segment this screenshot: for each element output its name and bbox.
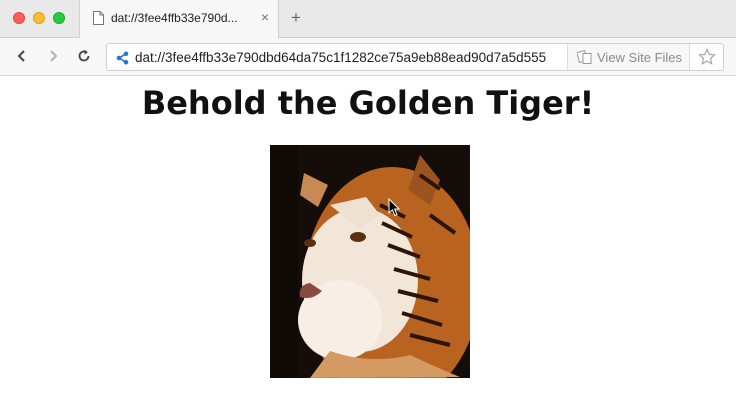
document-icon <box>93 11 104 30</box>
page-heading: Behold the Golden Tiger! <box>141 84 595 122</box>
tab-title: dat://3fee4ffb33e790d... <box>111 11 238 25</box>
files-icon <box>576 50 593 70</box>
mouse-cursor-icon <box>388 198 400 217</box>
reload-button[interactable] <box>76 48 92 69</box>
chevron-right-icon <box>50 50 58 62</box>
reload-icon <box>78 49 90 62</box>
url-text[interactable]: dat://3fee4ffb33e790dbd64da75c1f1282ce75… <box>135 50 567 65</box>
share-icon[interactable] <box>116 51 129 70</box>
bookmark-button[interactable] <box>689 44 723 70</box>
view-site-files-button[interactable]: View Site Files <box>567 44 689 70</box>
back-button[interactable] <box>14 48 30 69</box>
window-minimize-button[interactable] <box>33 12 45 24</box>
forward-button[interactable] <box>45 48 61 69</box>
navigation-bar: dat://3fee4ffb33e790dbd64da75c1f1282ce75… <box>0 38 736 76</box>
chevron-left-icon <box>17 50 25 62</box>
new-tab-button[interactable]: + <box>291 8 301 28</box>
tiger-image <box>270 145 470 378</box>
star-icon <box>698 48 716 66</box>
browser-tab[interactable]: dat://3fee4ffb33e790d... × <box>79 0 279 38</box>
address-bar[interactable]: dat://3fee4ffb33e790dbd64da75c1f1282ce75… <box>106 43 724 71</box>
view-site-files-label: View Site Files <box>597 50 683 65</box>
window-close-button[interactable] <box>13 12 25 24</box>
tab-close-icon[interactable]: × <box>261 10 269 24</box>
window-maximize-button[interactable] <box>53 12 65 24</box>
window-titlebar: dat://3fee4ffb33e790d... × + <box>0 0 736 38</box>
